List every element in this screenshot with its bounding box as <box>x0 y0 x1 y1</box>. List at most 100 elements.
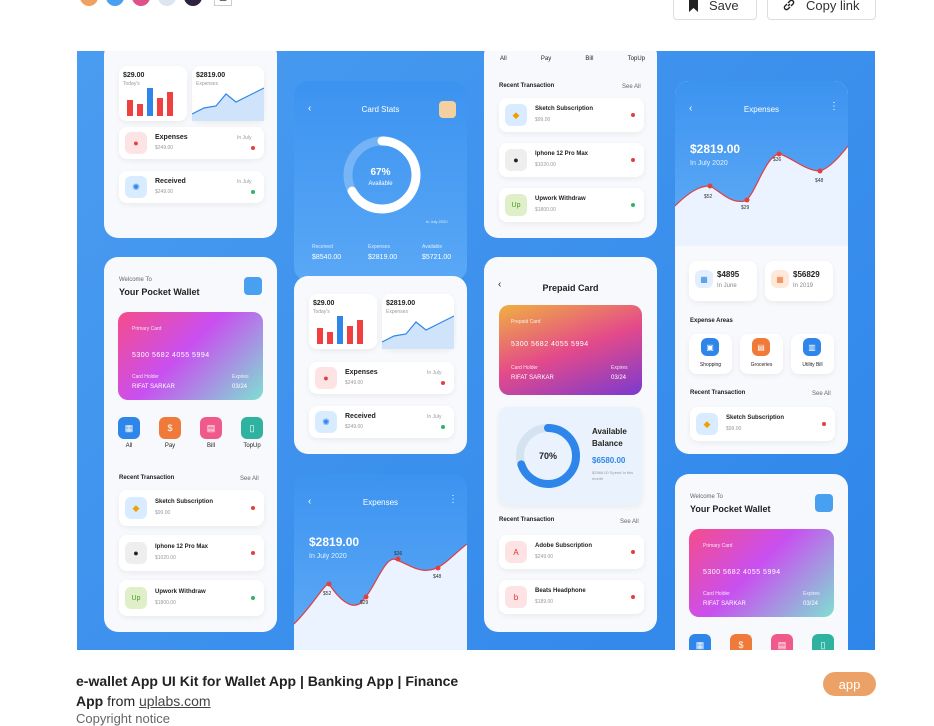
swatch[interactable] <box>106 0 124 6</box>
summary-period: In June <box>717 283 737 289</box>
primary-card[interactable]: Primary Card 5300 5682 4055 5994 Card Ho… <box>689 529 834 617</box>
card-expires: 03/24 <box>232 384 248 390</box>
status-dot <box>251 146 255 150</box>
menu-icon[interactable]: ☰ <box>214 0 232 6</box>
point-label: $52 <box>704 194 713 200</box>
tx-amount: $249.00 <box>155 145 174 151</box>
summary-card[interactable]: ▦ $56829 In 2019 <box>765 261 833 301</box>
transaction-row[interactable]: b Beats Headphone $189.00 <box>499 580 644 614</box>
area-utility-bill[interactable]: ▥ Utility Bill <box>791 334 834 374</box>
topup-icon[interactable]: ▯ <box>812 634 834 650</box>
action-bill[interactable]: ▤ Bill <box>200 417 222 449</box>
sketch-icon: ◆ <box>505 104 527 126</box>
see-all-link[interactable]: See All <box>622 84 641 90</box>
mini-line-chart-card: $2819.00 Expenses <box>382 294 454 349</box>
tx-amount: $1020.00 <box>155 555 176 561</box>
tx-amount: $249.00 <box>345 424 364 430</box>
action-label[interactable]: TopUp <box>628 56 645 62</box>
action-pay[interactable]: $ Pay <box>159 417 181 449</box>
copyright-notice[interactable]: Copyright notice <box>76 711 170 726</box>
swatch[interactable] <box>184 0 202 6</box>
tx-amount: $1800.00 <box>535 207 556 213</box>
preview-image[interactable]: $29.00 Today's $2819.00 Expenses ● Expen… <box>77 51 875 650</box>
groceries-icon: ▤ <box>752 338 770 356</box>
link-icon <box>783 0 795 11</box>
pay-icon: $ <box>159 417 181 439</box>
tx-when: In July <box>427 370 442 376</box>
area-shopping[interactable]: ▣ Shopping <box>689 334 732 374</box>
swatch[interactable] <box>80 0 98 6</box>
tx-name: Beats Headphone <box>535 588 586 594</box>
transaction-received[interactable]: ✺ Received $249.00 In July <box>119 171 264 203</box>
copy-link-label: Copy link <box>806 0 860 13</box>
stat-value: $2819.00 <box>196 72 226 79</box>
mini-bar-chart-card: $29.00 Today's <box>119 66 187 121</box>
tx-name: Received <box>155 178 186 185</box>
welcome-line2: Your Pocket Wallet <box>690 504 771 514</box>
action-label[interactable]: Bill <box>585 56 593 62</box>
more-icon[interactable]: ⋮ <box>829 101 839 112</box>
status-dot <box>441 425 445 429</box>
swatch[interactable] <box>158 0 176 6</box>
avatar[interactable] <box>439 101 456 118</box>
card-holder: RIFAT SARKAR <box>132 384 175 390</box>
action-label: All <box>125 443 133 449</box>
calendar-icon: ▦ <box>771 270 789 288</box>
card-holder-label: Card Holder <box>511 365 538 371</box>
action-all[interactable]: ▦ All <box>118 417 140 449</box>
action-topup[interactable]: ▯ TopUp <box>241 417 263 449</box>
bookmark-icon <box>689 0 698 12</box>
tx-name: Upwork Withdraw <box>155 589 206 595</box>
received-icon: ✺ <box>125 176 147 198</box>
tx-amount: $249.00 <box>155 189 174 195</box>
see-all-link[interactable]: See All <box>240 476 259 482</box>
screen-title: Prepaid Card <box>542 283 599 293</box>
action-label[interactable]: Pay <box>541 56 551 62</box>
transaction-row[interactable]: Up Upwork Withdraw $1800.00 <box>119 580 264 616</box>
transaction-row[interactable]: ◆ Sketch Subscription $99.00 <box>499 98 644 132</box>
quick-actions: ▦ All $ Pay ▤ Bill ▯ TopUp <box>118 417 263 449</box>
area-groceries[interactable]: ▤ Groceries <box>740 334 783 374</box>
transaction-received[interactable]: ✺ Received $249.00 In July <box>309 406 454 438</box>
calendar-icon: ▦ <box>695 270 713 288</box>
more-icon[interactable]: ⋮ <box>448 494 458 505</box>
tx-name: Iphone 12 Pro Max <box>535 151 589 157</box>
copy-link-button[interactable]: Copy link <box>767 0 876 20</box>
swatch[interactable] <box>132 0 150 6</box>
grid-icon[interactable]: ▦ <box>689 634 711 650</box>
transaction-row[interactable]: ● Iphone 12 Pro Max $1020.00 <box>499 143 644 177</box>
primary-card[interactable]: Primary Card 5300 5682 4055 5994 Card Ho… <box>118 312 263 400</box>
expenses-screen: ‹ Expenses ⋮ $2819.00 In July 2020 $52 $… <box>294 474 467 650</box>
prepaid-card[interactable]: Prepaid Card 5300 5682 4055 5994 Card Ho… <box>499 305 642 395</box>
see-all-link[interactable]: See All <box>812 391 831 397</box>
summary-period: In 2019 <box>793 283 814 289</box>
transaction-row[interactable]: ◆ Sketch Subscription $99.00 <box>690 407 835 441</box>
see-all-link[interactable]: See All <box>620 519 639 525</box>
expenses-value: $2819.00 <box>368 254 398 261</box>
bill-icon: ▥ <box>803 338 821 356</box>
transaction-row[interactable]: ● Iphone 12 Pro Max $1020.00 <box>119 535 264 571</box>
save-button[interactable]: Save <box>673 0 757 20</box>
pay-icon[interactable]: $ <box>730 634 752 650</box>
recent-title: Recent Transaction <box>119 475 175 481</box>
transaction-row[interactable]: ◆ Sketch Subscription $99.00 <box>119 490 264 526</box>
recent-title: Recent Transaction <box>499 83 555 89</box>
transaction-expenses[interactable]: ● Expenses $249.00 In July <box>119 127 264 159</box>
tag-badge[interactable]: app <box>823 672 876 696</box>
action-label[interactable]: All <box>500 56 507 62</box>
tx-name: Sketch Subscription <box>155 499 214 505</box>
sketch-icon: ◆ <box>125 497 147 519</box>
source-link[interactable]: uplabs.com <box>139 693 211 709</box>
point-label: $48 <box>815 178 824 184</box>
transaction-row[interactable]: Up Upwork Withdraw $1800.00 <box>499 188 644 222</box>
summary-card[interactable]: ▦ $4895 In June <box>689 261 757 301</box>
transaction-expenses[interactable]: ● Expenses $249.00 In July <box>309 362 454 394</box>
received-icon: ✺ <box>315 411 337 433</box>
avatar[interactable] <box>244 277 262 295</box>
bill-icon[interactable]: ▤ <box>771 634 793 650</box>
expense-areas: ▣ Shopping ▤ Groceries ▥ Utility Bill <box>689 334 834 374</box>
transaction-row[interactable]: A Adobe Subscription $249.00 <box>499 535 644 569</box>
card-holder-label: Card Holder <box>132 374 159 380</box>
avatar[interactable] <box>815 494 833 512</box>
available-title-2: Balance <box>592 439 623 448</box>
